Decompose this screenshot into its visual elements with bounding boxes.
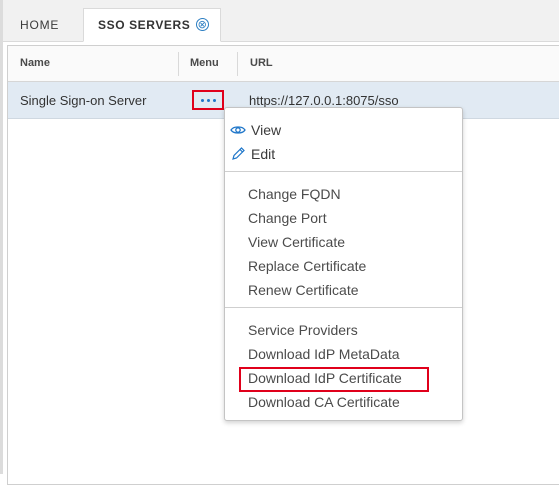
menu-item-change-port[interactable]: Change Port <box>248 210 327 226</box>
menu-item-service-providers[interactable]: Service Providers <box>248 322 358 338</box>
tab-bar: HOME SSO SERVERS ⊗ <box>3 0 559 42</box>
close-icon[interactable]: ⊗ <box>196 18 209 31</box>
server-url-cell: https://127.0.0.1:8075/sso <box>249 93 399 108</box>
column-header-menu[interactable]: Menu <box>190 57 219 69</box>
tab-sso-servers[interactable]: SSO SERVERS ⊗ <box>83 8 221 42</box>
grid-header: Name Menu URL <box>8 46 559 82</box>
left-edge-strip <box>0 0 3 474</box>
pencil-icon <box>232 147 245 160</box>
eye-icon <box>230 126 246 134</box>
menu-item-download-idp-metadata[interactable]: Download IdP MetaData <box>248 346 400 362</box>
row-menu-button[interactable] <box>192 90 224 110</box>
menu-item-view[interactable]: View <box>251 122 281 138</box>
menu-item-edit[interactable]: Edit <box>251 146 275 162</box>
menu-item-view-certificate[interactable]: View Certificate <box>248 234 345 250</box>
menu-dot <box>206 98 210 102</box>
menu-dot <box>212 98 216 102</box>
row-actions-menu: View Edit Change FQDN Change Port View C… <box>224 107 463 421</box>
menu-item-renew-certificate[interactable]: Renew Certificate <box>248 282 359 298</box>
menu-divider <box>225 307 462 308</box>
column-header-name[interactable]: Name <box>20 57 50 69</box>
menu-item-replace-certificate[interactable]: Replace Certificate <box>248 258 366 274</box>
column-header-url[interactable]: URL <box>250 57 273 69</box>
column-separator <box>237 52 238 76</box>
menu-item-download-idp-certificate[interactable]: Download IdP Certificate <box>248 370 402 386</box>
server-name-cell: Single Sign-on Server <box>20 93 147 108</box>
menu-divider <box>225 171 462 172</box>
tab-sso-servers-label: SSO SERVERS <box>98 18 191 32</box>
menu-dot <box>200 98 204 102</box>
menu-item-download-ca-certificate[interactable]: Download CA Certificate <box>248 394 400 410</box>
column-separator <box>178 52 179 76</box>
menu-item-change-fqdn[interactable]: Change FQDN <box>248 186 341 202</box>
tab-home[interactable]: HOME <box>20 8 59 42</box>
